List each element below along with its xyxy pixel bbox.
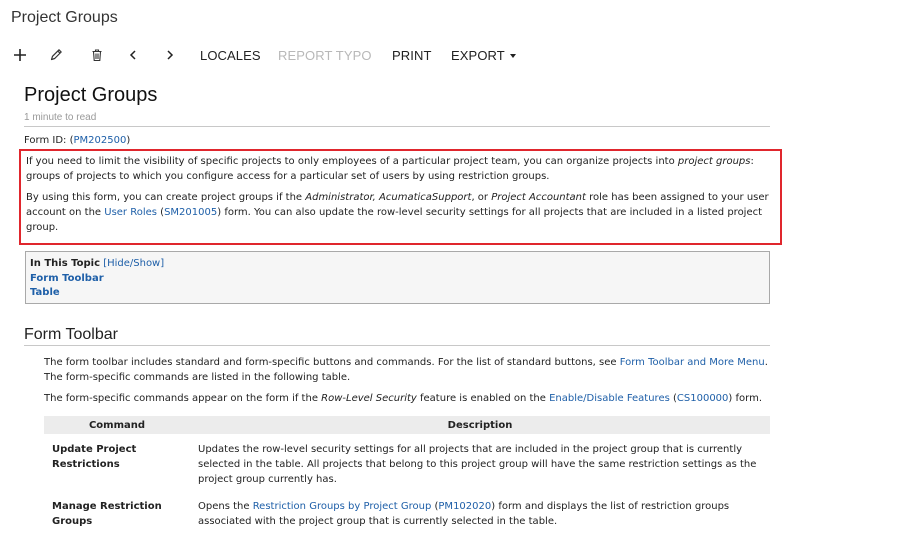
caret-down-icon — [509, 54, 516, 58]
intro2-text-d: ( — [156, 206, 165, 218]
table-cell-command: Manage Restriction Groups — [52, 501, 162, 527]
enable-disable-features-link[interactable]: Enable/Disable Features — [549, 393, 670, 404]
pm102020-link[interactable]: PM102020 — [438, 501, 491, 512]
section-paragraph-1: The form toolbar includes standard and f… — [44, 355, 774, 386]
form-id-line: Form ID: (PM202500) — [24, 133, 130, 148]
intro-paragraph-1: If you need to limit the visibility of s… — [26, 154, 776, 185]
restriction-groups-link[interactable]: Restriction Groups by Project Group — [253, 501, 432, 512]
section-p2-text-d: ) form. — [728, 392, 762, 404]
form-id-link[interactable]: PM202500 — [73, 135, 126, 146]
trash-icon[interactable] — [88, 46, 106, 64]
section-divider — [24, 345, 770, 346]
form-id-close: ) — [126, 135, 131, 146]
topic-heading: In This Topic — [30, 258, 100, 269]
topic-link-form-toolbar[interactable]: Form Toolbar — [30, 273, 104, 284]
table-header-row: Command Description — [44, 416, 770, 434]
table-cell-description: Opens the Restriction Groups by Project … — [190, 493, 770, 535]
chevron-left-icon[interactable] — [124, 46, 142, 64]
section-body: The form toolbar includes standard and f… — [44, 355, 774, 406]
article-title: Project Groups — [24, 84, 158, 106]
hide-show-link[interactable]: [Hide/Show] — [103, 258, 164, 269]
intro2-emphasis-accountant: Project Accountant — [491, 191, 586, 203]
table-header-description: Description — [190, 416, 770, 434]
cs100000-link[interactable]: CS100000 — [677, 393, 729, 404]
section-p2-text-b: feature is enabled on the — [416, 392, 550, 404]
plus-icon[interactable] — [11, 46, 29, 64]
commands-table: Command Description Update Project Restr… — [44, 416, 770, 535]
topic-heading-line: In This Topic [Hide/Show] — [30, 257, 765, 272]
intro2-text-b: , or — [471, 191, 492, 203]
user-roles-link[interactable]: User Roles — [104, 207, 157, 218]
table-header-command: Command — [44, 416, 190, 434]
form-toolbar: LOCALES REPORT TYPO PRINT EXPORT — [0, 42, 898, 70]
window-title: Project Groups — [11, 9, 118, 26]
locales-button[interactable]: LOCALES — [200, 48, 261, 63]
intro2-text-a: By using this form, you can create proje… — [26, 191, 306, 203]
section-p2-emphasis: Row-Level Security — [321, 392, 417, 404]
table-row: Update Project Restrictions Updates the … — [44, 434, 770, 493]
intro1-text-a: If you need to limit the visibility of s… — [26, 156, 678, 167]
row1-desc-text: Updates the row-level security settings … — [198, 444, 757, 485]
print-button[interactable]: PRINT — [392, 48, 432, 63]
form-id-label: Form ID: ( — [24, 135, 74, 146]
title-divider — [24, 126, 770, 127]
report-typo-button: REPORT TYPO — [278, 48, 372, 63]
intro2-emphasis-roles: Administrator, AcumaticaSupport — [305, 191, 472, 203]
sm201005-link[interactable]: SM201005 — [164, 207, 217, 218]
row2-desc-text-a: Opens the — [198, 501, 253, 512]
form-toolbar-more-menu-link[interactable]: Form Toolbar and More Menu — [620, 357, 765, 368]
highlighted-intro: If you need to limit the visibility of s… — [19, 149, 782, 245]
intro1-emphasis: project groups — [677, 156, 751, 167]
section-p2-text-a: The form-specific commands appear on the… — [44, 392, 322, 404]
topic-link-table[interactable]: Table — [30, 287, 60, 298]
export-button[interactable]: EXPORT — [451, 48, 516, 63]
table-row: Manage Restriction Groups Opens the Rest… — [44, 493, 770, 535]
section-paragraph-2: The form-specific commands appear on the… — [44, 391, 774, 406]
section-p1-text-a: The form toolbar includes standard and f… — [44, 357, 620, 368]
topic-link-line-2: Table — [30, 286, 765, 301]
topic-link-line-1: Form Toolbar — [30, 272, 765, 287]
table-cell-command: Update Project Restrictions — [52, 444, 137, 470]
in-this-topic-box: In This Topic [Hide/Show] Form Toolbar T… — [25, 251, 770, 304]
section-p2-text-c: ( — [669, 392, 677, 404]
chevron-right-icon[interactable] — [161, 46, 179, 64]
pencil-icon[interactable] — [47, 46, 65, 64]
read-time: 1 minute to read — [24, 112, 97, 123]
article: Project Groups 1 minute to read Form ID:… — [19, 84, 782, 346]
section-title: Form Toolbar — [24, 326, 118, 343]
intro-paragraph-2: By using this form, you can create proje… — [26, 190, 776, 236]
table-cell-description: Updates the row-level security settings … — [190, 434, 770, 493]
export-label: EXPORT — [451, 48, 505, 63]
